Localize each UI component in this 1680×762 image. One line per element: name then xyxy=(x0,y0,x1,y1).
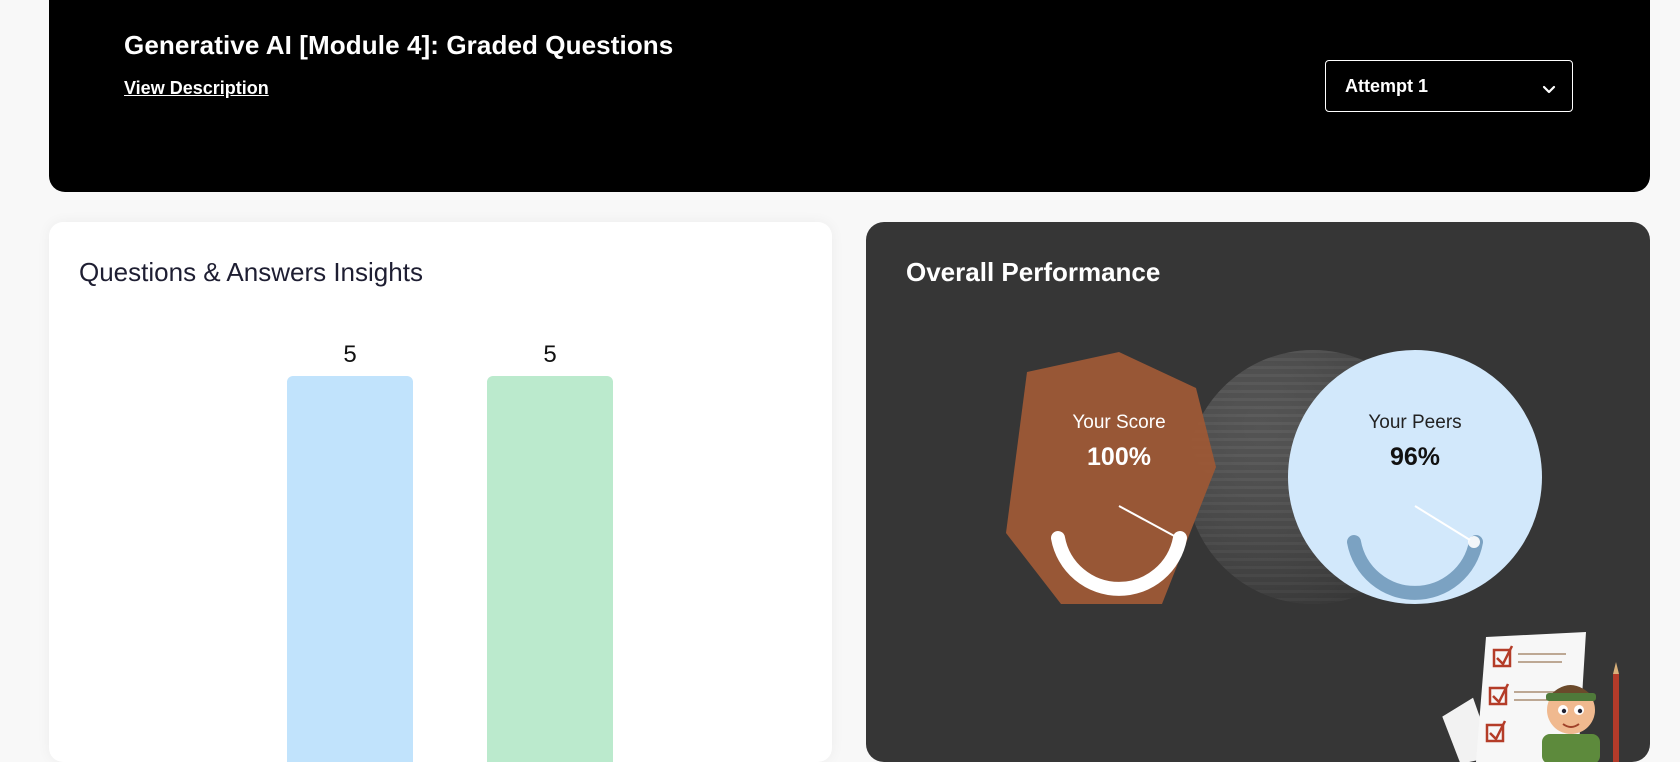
performance-gauges: Your Score 100% Your Peers 96% xyxy=(1006,350,1619,762)
overall-performance-card: Overall Performance Your Score 100% Your… xyxy=(866,222,1650,762)
checklist-illustration xyxy=(1442,632,1619,762)
quiz-title: Generative AI [Module 4]: Graded Questio… xyxy=(124,30,674,60)
chevron-down-icon xyxy=(1542,79,1556,100)
qa-insights-card: Questions & Answers Insights 55 xyxy=(49,222,832,762)
qa-insights-chart: 55 xyxy=(287,341,613,762)
chart-data-label: 5 xyxy=(543,341,556,368)
attempt-select[interactable]: Attempt 1 xyxy=(1325,60,1573,112)
your-score-value: 100% xyxy=(1087,443,1151,471)
attempt-select-value: Attempt 1 xyxy=(1345,76,1429,96)
your-score-label: Your Score xyxy=(1072,412,1165,433)
quiz-header: Generative AI [Module 4]: Graded Questio… xyxy=(49,0,1650,192)
your-peers-circle xyxy=(1288,350,1542,604)
chart-bar xyxy=(487,376,613,762)
chart-bar xyxy=(287,376,413,762)
chart-data-label: 5 xyxy=(343,341,356,368)
your-peers-needle-tip xyxy=(1468,536,1480,548)
your-peers-value: 96% xyxy=(1390,443,1440,471)
view-description-link[interactable]: View Description xyxy=(124,78,269,99)
your-peers-label: Your Peers xyxy=(1368,412,1461,433)
your-score-heptagon xyxy=(1006,352,1216,604)
